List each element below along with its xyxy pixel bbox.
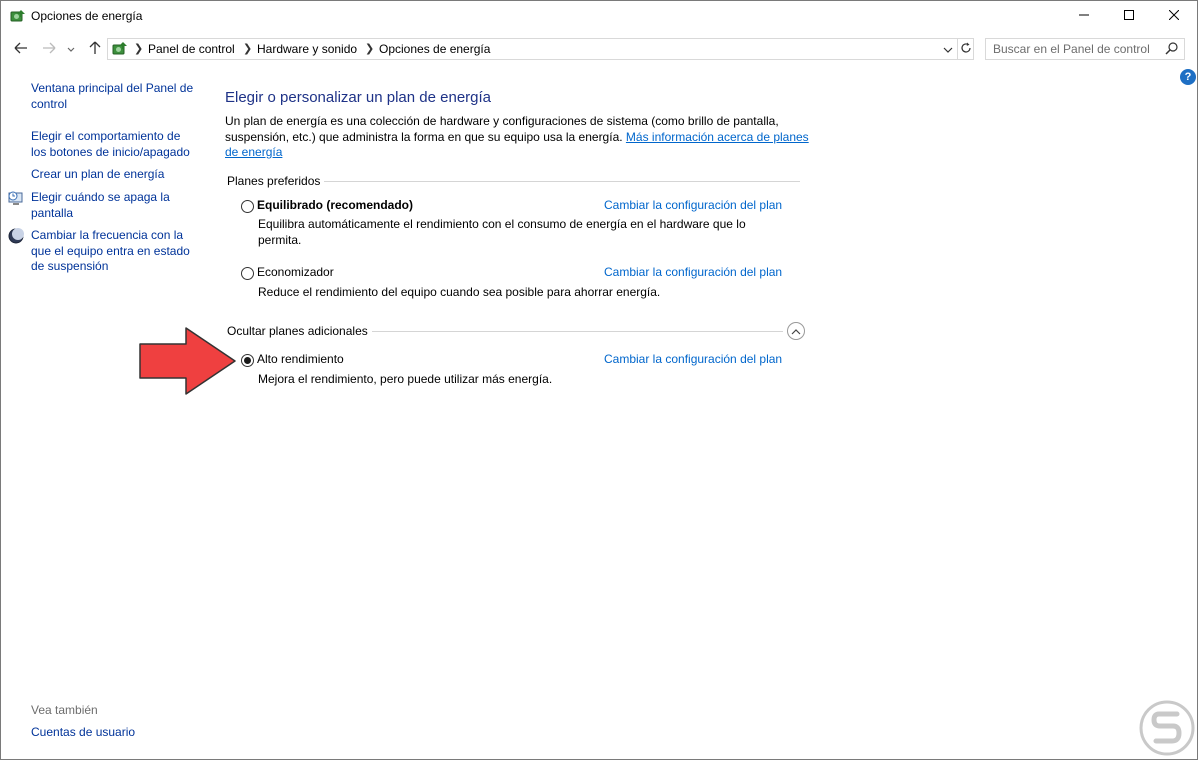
plan-description-line: Reduce el rendimiento del equipo cuando … xyxy=(258,285,661,299)
sidebar-item-label: Crear un plan de energía xyxy=(31,167,165,181)
control-panel-icon xyxy=(111,41,129,57)
sidebar-item-label: Ventana principal del Panel de xyxy=(31,81,194,95)
chevron-up-icon xyxy=(791,324,801,338)
back-button[interactable] xyxy=(11,39,31,59)
plan-name-equilibrado[interactable]: Equilibrado (recomendado) xyxy=(257,198,413,212)
help-icon[interactable]: ? xyxy=(1180,69,1196,85)
refresh-button[interactable] xyxy=(957,39,974,59)
chevron-down-icon xyxy=(943,42,953,56)
sidebar-item-crear-plan[interactable]: Crear un plan de energía xyxy=(31,167,164,183)
plan-name-alto-rendimiento[interactable]: Alto rendimiento xyxy=(257,352,344,366)
sidebar-item-botones-inicio-apagado[interactable]: Elegir el comportamiento de los botones … xyxy=(31,129,190,160)
breadcrumb-opciones-de-energia[interactable]: Opciones de energía xyxy=(379,42,490,56)
sidebar-item-frecuencia-suspension[interactable]: Cambiar la frecuencia con la que el equi… xyxy=(31,228,190,275)
breadcrumb-separator-icon[interactable]: ❯ xyxy=(134,42,143,55)
maximize-button[interactable] xyxy=(1106,1,1152,31)
chevron-down-icon xyxy=(67,42,75,56)
plan-radio-equilibrado[interactable] xyxy=(241,200,254,213)
address-bar[interactable]: ❯ Panel de control ❯ Hardware y sonido ❯… xyxy=(107,38,974,60)
navigation-bar: ❯ Panel de control ❯ Hardware y sonido ❯… xyxy=(1,33,1197,65)
arrow-right-icon xyxy=(42,42,56,57)
plan-radio-alto-rendimiento[interactable] xyxy=(241,354,254,367)
monitor-clock-icon xyxy=(8,190,24,206)
page-title: Elegir o personalizar un plan de energía xyxy=(225,89,492,106)
breadcrumb-panel-de-control[interactable]: Panel de control xyxy=(148,42,235,56)
close-button[interactable] xyxy=(1151,1,1197,31)
window-title: Opciones de energía xyxy=(31,9,143,23)
breadcrumb-separator-icon[interactable]: ❯ xyxy=(243,42,252,55)
sidebar-item-panel-principal[interactable]: Ventana principal del Panel de control xyxy=(31,81,193,112)
collapse-plans-button[interactable] xyxy=(787,322,805,340)
recent-locations-button[interactable] xyxy=(63,39,79,59)
arrow-up-icon xyxy=(89,41,101,58)
plan-description: Equilibra automáticamente el rendimiento… xyxy=(258,217,746,248)
moon-icon xyxy=(8,228,24,244)
more-info-link-text: Más información acerca de planes xyxy=(625,129,809,144)
watermark-logo-icon xyxy=(1139,700,1195,756)
sidebar-item-label: los botones de inicio/apagado xyxy=(31,144,190,159)
annotation-arrow-icon xyxy=(139,327,236,395)
hidden-plans-heading: Ocultar planes adicionales xyxy=(227,324,372,338)
sidebar-item-apagar-pantalla[interactable]: Elegir cuándo se apaga la pantalla xyxy=(31,190,170,221)
up-button[interactable] xyxy=(85,39,105,59)
plan-description: Reduce el rendimiento del equipo cuando … xyxy=(258,285,660,301)
sidebar-item-label: de suspensión xyxy=(31,259,109,273)
search-icon[interactable] xyxy=(1164,41,1180,57)
minimize-icon xyxy=(1079,9,1089,23)
sidebar-item-label: Elegir el comportamiento de xyxy=(31,129,181,143)
plan-description-line: Mejora el rendimiento, pero puede utiliz… xyxy=(258,372,553,386)
forward-button[interactable] xyxy=(39,39,59,59)
more-info-link-text: de energía xyxy=(225,145,283,159)
sidebar-item-label: Cambiar la frecuencia con la xyxy=(31,228,184,242)
power-options-app-icon xyxy=(10,8,26,24)
power-options-window: Opciones de energía ❯ Panel de control ❯… xyxy=(0,0,1198,760)
sidebar-item-label: Elegir cuándo se apaga la xyxy=(31,190,170,204)
address-dropdown-button[interactable] xyxy=(939,39,957,59)
plan-radio-economizador[interactable] xyxy=(241,267,254,280)
arrow-left-icon xyxy=(14,42,28,57)
breadcrumb-hardware-y-sonido[interactable]: Hardware y sonido xyxy=(257,42,357,56)
breadcrumb-separator-icon[interactable]: ❯ xyxy=(365,42,374,55)
change-plan-link-economizador[interactable]: Cambiar la configuración del plan xyxy=(604,265,782,279)
plan-description-line: permita. xyxy=(258,232,302,247)
sidebar-item-label: pantalla xyxy=(31,205,74,220)
plan-description-line: Equilibra automáticamente el rendimiento… xyxy=(258,217,746,231)
title-bar: Opciones de energía xyxy=(1,1,1197,32)
intro-line: Un plan de energía es una colección de h… xyxy=(225,114,779,128)
sidebar-item-cuentas-usuario[interactable]: Cuentas de usuario xyxy=(31,725,135,741)
change-plan-link-equilibrado[interactable]: Cambiar la configuración del plan xyxy=(604,198,782,212)
close-icon xyxy=(1168,9,1180,23)
intro-text: Un plan de energía es una colección de h… xyxy=(225,114,815,161)
search-box[interactable] xyxy=(985,38,1185,60)
sidebar-item-label: control xyxy=(31,96,68,111)
plan-description: Mejora el rendimiento, pero puede utiliz… xyxy=(258,372,552,388)
refresh-icon xyxy=(960,42,972,57)
search-input[interactable] xyxy=(986,39,1162,59)
maximize-icon xyxy=(1124,9,1134,23)
plan-name-economizador[interactable]: Economizador xyxy=(257,265,334,279)
see-also-heading: Vea también xyxy=(31,703,98,717)
change-plan-link-alto-rendimiento[interactable]: Cambiar la configuración del plan xyxy=(604,352,782,366)
sidebar-item-label: que el equipo entra en estado xyxy=(31,243,190,258)
minimize-button[interactable] xyxy=(1061,1,1107,31)
preferred-plans-heading: Planes preferidos xyxy=(227,174,325,188)
intro-line: suspensión, etc.) que administra la form… xyxy=(225,129,623,144)
